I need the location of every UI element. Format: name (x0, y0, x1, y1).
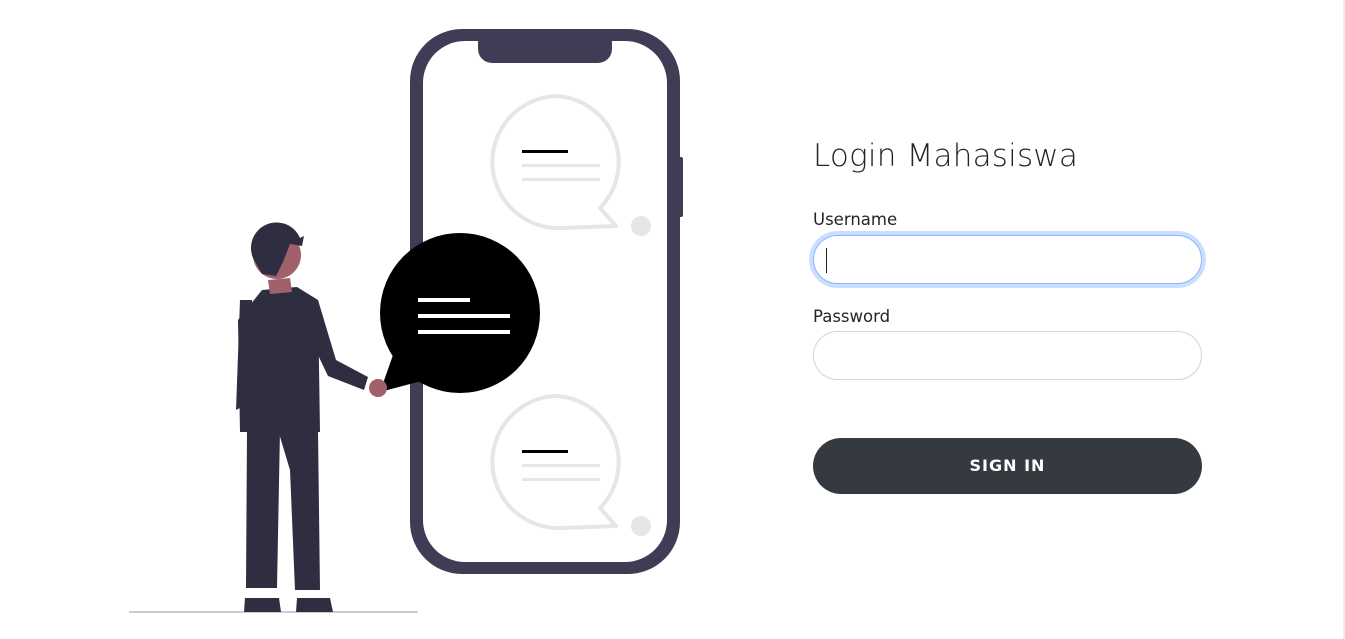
person-icon (236, 222, 387, 612)
sign-in-button[interactable]: SIGN IN (813, 438, 1202, 494)
login-page: Login Mahasiswa Username Password SIGN I… (0, 0, 1345, 639)
page-title: Login Mahasiswa (813, 138, 1079, 174)
login-form: Login Mahasiswa Username Password SIGN I… (813, 0, 1203, 639)
login-illustration (0, 0, 760, 639)
username-input[interactable] (813, 235, 1202, 284)
text-cursor (826, 248, 827, 273)
password-input[interactable] (813, 331, 1202, 380)
speech-bubble-active-icon (380, 233, 540, 393)
password-label: Password (813, 307, 891, 326)
username-label: Username (813, 210, 898, 229)
